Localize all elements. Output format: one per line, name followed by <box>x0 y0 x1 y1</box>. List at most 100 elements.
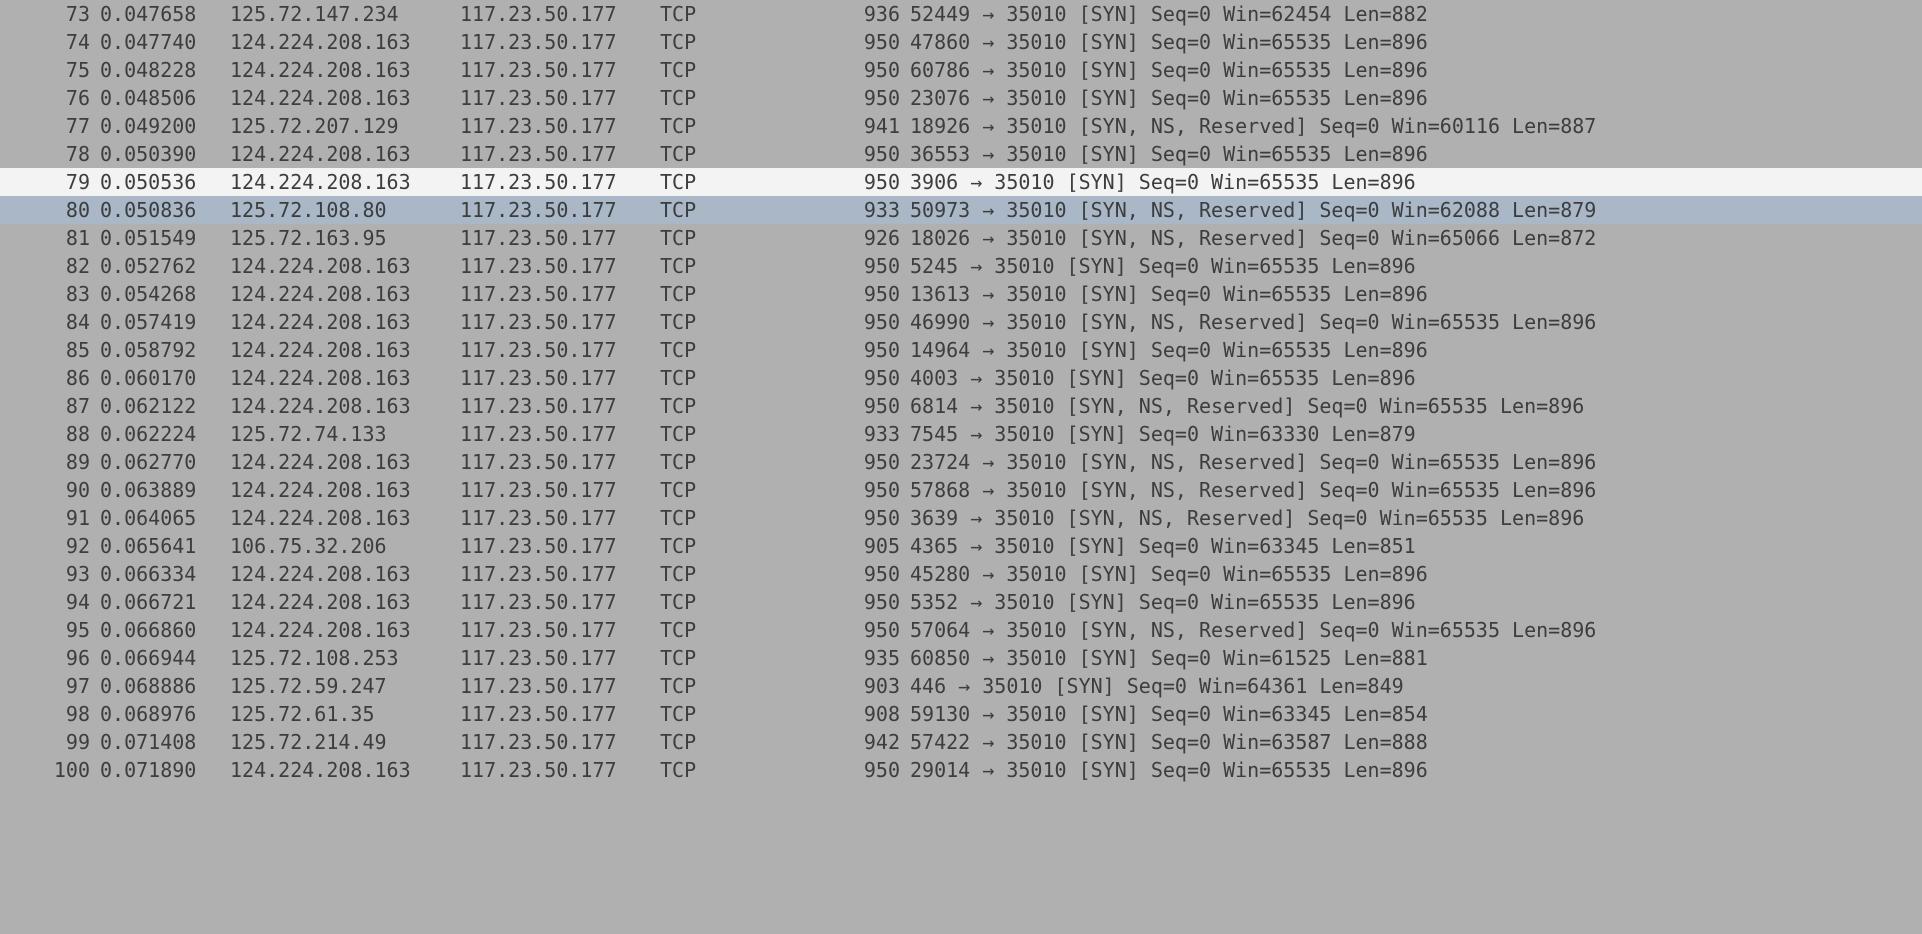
packet-row[interactable]: 940.066721124.224.208.163117.23.50.177TC… <box>0 588 1922 616</box>
packet-source-cell: 106.75.32.206 <box>230 532 460 560</box>
packet-info-cell: 6814 → 35010 [SYN, NS, Reserved] Seq=0 W… <box>910 392 1922 420</box>
packet-protocol-cell: TCP <box>660 560 850 588</box>
packet-info-cell: 50973 → 35010 [SYN, NS, Reserved] Seq=0 … <box>910 196 1922 224</box>
packet-protocol-cell: TCP <box>660 224 850 252</box>
packet-info-cell: 23724 → 35010 [SYN, NS, Reserved] Seq=0 … <box>910 448 1922 476</box>
packet-row[interactable]: 810.051549125.72.163.95117.23.50.177TCP9… <box>0 224 1922 252</box>
packet-row[interactable]: 920.065641106.75.32.206117.23.50.177TCP9… <box>0 532 1922 560</box>
packet-no-cell: 81 <box>0 224 100 252</box>
packet-protocol-cell: TCP <box>660 140 850 168</box>
packet-destination-cell: 117.23.50.177 <box>460 700 660 728</box>
packet-row[interactable]: 910.064065124.224.208.163117.23.50.177TC… <box>0 504 1922 532</box>
packet-destination-cell: 117.23.50.177 <box>460 112 660 140</box>
packet-row[interactable]: 900.063889124.224.208.163117.23.50.177TC… <box>0 476 1922 504</box>
packet-length-cell: 950 <box>850 756 910 784</box>
packet-row[interactable]: 730.047658125.72.147.234117.23.50.177TCP… <box>0 0 1922 28</box>
packet-destination-cell: 117.23.50.177 <box>460 28 660 56</box>
packet-length-cell: 950 <box>850 392 910 420</box>
packet-no-cell: 75 <box>0 56 100 84</box>
packet-info-cell: 5245 → 35010 [SYN] Seq=0 Win=65535 Len=8… <box>910 252 1922 280</box>
packet-source-cell: 124.224.208.163 <box>230 588 460 616</box>
packet-no-cell: 100 <box>0 756 100 784</box>
packet-info-cell: 446 → 35010 [SYN] Seq=0 Win=64361 Len=84… <box>910 672 1922 700</box>
packet-protocol-cell: TCP <box>660 252 850 280</box>
packet-no-cell: 96 <box>0 644 100 672</box>
packet-time-cell: 0.062224 <box>100 420 230 448</box>
packet-row[interactable]: 880.062224125.72.74.133117.23.50.177TCP9… <box>0 420 1922 448</box>
packet-row[interactable]: 760.048506124.224.208.163117.23.50.177TC… <box>0 84 1922 112</box>
packet-protocol-cell: TCP <box>660 728 850 756</box>
packet-time-cell: 0.051549 <box>100 224 230 252</box>
packet-time-cell: 0.066334 <box>100 560 230 588</box>
packet-length-cell: 950 <box>850 308 910 336</box>
packet-time-cell: 0.068886 <box>100 672 230 700</box>
packet-destination-cell: 117.23.50.177 <box>460 756 660 784</box>
packet-no-cell: 76 <box>0 84 100 112</box>
packet-info-cell: 18026 → 35010 [SYN, NS, Reserved] Seq=0 … <box>910 224 1922 252</box>
packet-destination-cell: 117.23.50.177 <box>460 252 660 280</box>
packet-row[interactable]: 790.050536124.224.208.163117.23.50.177TC… <box>0 168 1922 196</box>
packet-row[interactable]: 990.071408125.72.214.49117.23.50.177TCP9… <box>0 728 1922 756</box>
packet-length-cell: 905 <box>850 532 910 560</box>
packet-protocol-cell: TCP <box>660 28 850 56</box>
packet-row[interactable]: 820.052762124.224.208.163117.23.50.177TC… <box>0 252 1922 280</box>
packet-source-cell: 125.72.108.253 <box>230 644 460 672</box>
packet-destination-cell: 117.23.50.177 <box>460 392 660 420</box>
packet-row[interactable]: 930.066334124.224.208.163117.23.50.177TC… <box>0 560 1922 588</box>
packet-length-cell: 950 <box>850 252 910 280</box>
packet-row[interactable]: 890.062770124.224.208.163117.23.50.177TC… <box>0 448 1922 476</box>
packet-destination-cell: 117.23.50.177 <box>460 448 660 476</box>
packet-protocol-cell: TCP <box>660 672 850 700</box>
packet-length-cell: 935 <box>850 644 910 672</box>
packet-length-cell: 933 <box>850 196 910 224</box>
packet-length-cell: 950 <box>850 448 910 476</box>
packet-no-cell: 85 <box>0 336 100 364</box>
packet-row[interactable]: 830.054268124.224.208.163117.23.50.177TC… <box>0 280 1922 308</box>
packet-row[interactable]: 870.062122124.224.208.163117.23.50.177TC… <box>0 392 1922 420</box>
packet-destination-cell: 117.23.50.177 <box>460 644 660 672</box>
packet-source-cell: 125.72.147.234 <box>230 0 460 28</box>
packet-destination-cell: 117.23.50.177 <box>460 560 660 588</box>
packet-time-cell: 0.066860 <box>100 616 230 644</box>
packet-row[interactable]: 740.047740124.224.208.163117.23.50.177TC… <box>0 28 1922 56</box>
packet-row[interactable]: 770.049200125.72.207.129117.23.50.177TCP… <box>0 112 1922 140</box>
packet-protocol-cell: TCP <box>660 56 850 84</box>
packet-length-cell: 941 <box>850 112 910 140</box>
packet-time-cell: 0.066721 <box>100 588 230 616</box>
packet-source-cell: 124.224.208.163 <box>230 308 460 336</box>
packet-row[interactable]: 980.068976125.72.61.35117.23.50.177TCP90… <box>0 700 1922 728</box>
packet-source-cell: 125.72.214.49 <box>230 728 460 756</box>
packet-length-cell: 950 <box>850 336 910 364</box>
packet-row[interactable]: 750.048228124.224.208.163117.23.50.177TC… <box>0 56 1922 84</box>
packet-length-cell: 950 <box>850 588 910 616</box>
packet-length-cell: 950 <box>850 84 910 112</box>
packet-protocol-cell: TCP <box>660 700 850 728</box>
packet-info-cell: 60786 → 35010 [SYN] Seq=0 Win=65535 Len=… <box>910 56 1922 84</box>
packet-protocol-cell: TCP <box>660 112 850 140</box>
packet-info-cell: 57868 → 35010 [SYN, NS, Reserved] Seq=0 … <box>910 476 1922 504</box>
packet-length-cell: 942 <box>850 728 910 756</box>
packet-row[interactable]: 950.066860124.224.208.163117.23.50.177TC… <box>0 616 1922 644</box>
packet-protocol-cell: TCP <box>660 420 850 448</box>
packet-row[interactable]: 960.066944125.72.108.253117.23.50.177TCP… <box>0 644 1922 672</box>
packet-row[interactable]: 780.050390124.224.208.163117.23.50.177TC… <box>0 140 1922 168</box>
packet-row[interactable]: 1000.071890124.224.208.163117.23.50.177T… <box>0 756 1922 784</box>
packet-row[interactable]: 850.058792124.224.208.163117.23.50.177TC… <box>0 336 1922 364</box>
packet-row[interactable]: 970.068886125.72.59.247117.23.50.177TCP9… <box>0 672 1922 700</box>
packet-source-cell: 124.224.208.163 <box>230 280 460 308</box>
packet-length-cell: 950 <box>850 140 910 168</box>
packet-row[interactable]: 840.057419124.224.208.163117.23.50.177TC… <box>0 308 1922 336</box>
packet-length-cell: 936 <box>850 0 910 28</box>
packet-row[interactable]: 860.060170124.224.208.163117.23.50.177TC… <box>0 364 1922 392</box>
packet-list-table[interactable]: 730.047658125.72.147.234117.23.50.177TCP… <box>0 0 1922 784</box>
packet-destination-cell: 117.23.50.177 <box>460 672 660 700</box>
packet-protocol-cell: TCP <box>660 84 850 112</box>
packet-source-cell: 124.224.208.163 <box>230 84 460 112</box>
packet-no-cell: 80 <box>0 196 100 224</box>
packet-protocol-cell: TCP <box>660 476 850 504</box>
packet-info-cell: 36553 → 35010 [SYN] Seq=0 Win=65535 Len=… <box>910 140 1922 168</box>
packet-protocol-cell: TCP <box>660 280 850 308</box>
packet-row[interactable]: 800.050836125.72.108.80117.23.50.177TCP9… <box>0 196 1922 224</box>
packet-no-cell: 83 <box>0 280 100 308</box>
packet-no-cell: 91 <box>0 504 100 532</box>
